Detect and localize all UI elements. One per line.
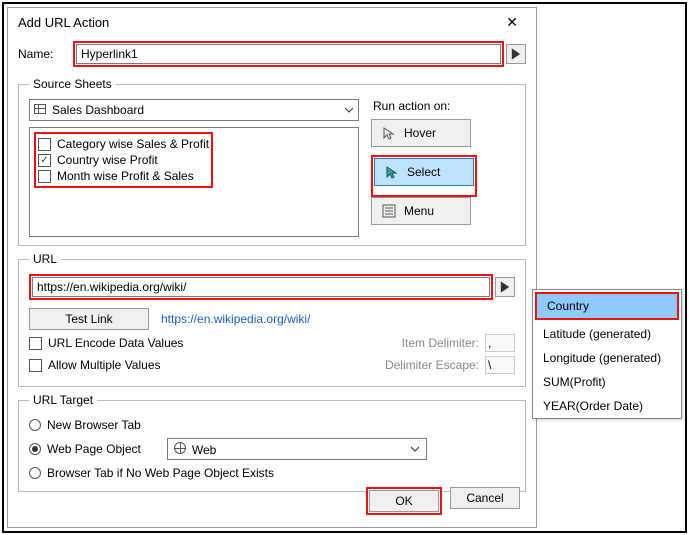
url-target-legend: URL Target (29, 393, 97, 407)
source-sheets-legend: Source Sheets (29, 77, 116, 91)
name-input[interactable] (76, 44, 501, 64)
popup-item[interactable]: Latitude (generated) (533, 322, 681, 346)
name-menu-button[interactable] (506, 44, 526, 64)
name-label: Name: (18, 47, 73, 61)
select-cursor-icon (385, 165, 399, 179)
ok-button[interactable]: OK (369, 490, 439, 512)
list-item[interactable]: Category wise Sales & Profit (38, 136, 209, 152)
cursor-icon (382, 126, 396, 140)
close-icon[interactable]: ✕ (498, 14, 526, 31)
chevron-down-icon (344, 107, 354, 113)
source-sheets-group: Source Sheets Sales Dashboard Category w… (18, 77, 526, 246)
list-item[interactable]: ✓Country wise Profit (38, 152, 209, 168)
dialog-title: Add URL Action (18, 15, 109, 30)
caret-right-icon (498, 280, 512, 294)
run-on-label: Run action on: (371, 99, 515, 113)
item-delimiter-label: Item Delimiter: (402, 336, 479, 350)
select-button[interactable]: Select (374, 158, 474, 186)
item-delimiter-input[interactable] (485, 334, 515, 352)
popup-item-country[interactable]: Country (537, 294, 677, 318)
menu-icon (382, 204, 396, 218)
add-url-action-dialog: Add URL Action ✕ Name: Source Sheets Sal… (7, 7, 537, 528)
dashboard-icon (34, 104, 46, 114)
sheets-listbox[interactable]: Category wise Sales & Profit ✓Country wi… (29, 127, 359, 237)
globe-icon (174, 442, 186, 454)
checkbox-icon (38, 138, 51, 151)
url-target-group: URL Target New Browser Tab Web Page Obje… (18, 393, 526, 492)
checkbox-icon: ✓ (38, 154, 51, 167)
chevron-down-icon (410, 446, 420, 452)
caret-right-icon (509, 47, 523, 61)
list-item[interactable]: Month wise Profit & Sales (38, 168, 209, 184)
web-object-select[interactable]: Web (167, 438, 427, 460)
url-input[interactable] (32, 277, 490, 297)
url-preview-link[interactable]: https://en.wikipedia.org/wiki/ (161, 312, 310, 326)
hover-button[interactable]: Hover (371, 119, 471, 147)
target-new-tab-radio[interactable]: New Browser Tab (29, 415, 515, 435)
allow-multiple-checkbox[interactable]: Allow Multiple Values (29, 357, 161, 373)
dashboard-select[interactable]: Sales Dashboard (29, 99, 359, 121)
url-legend: URL (29, 252, 61, 266)
target-web-object-radio[interactable]: Web Page Object Web (29, 435, 515, 463)
popup-item[interactable]: SUM(Profit) (533, 370, 681, 394)
menu-button[interactable]: Menu (371, 197, 471, 225)
url-group: URL Test Link https://en.wikipedia.org/w… (18, 252, 526, 387)
popup-item[interactable]: YEAR(Order Date) (533, 394, 681, 418)
checkbox-icon (38, 170, 51, 183)
url-encode-checkbox[interactable]: URL Encode Data Values (29, 335, 183, 351)
url-fields-button[interactable] (495, 277, 515, 297)
popup-item[interactable]: Longitude (generated) (533, 346, 681, 370)
cancel-button[interactable]: Cancel (450, 487, 520, 509)
delimiter-escape-label: Delimiter Escape: (385, 358, 479, 372)
test-link-button[interactable]: Test Link (29, 308, 149, 330)
field-picker-popup: Country Latitude (generated) Longitude (… (532, 289, 682, 419)
delimiter-escape-input[interactable] (485, 356, 515, 374)
